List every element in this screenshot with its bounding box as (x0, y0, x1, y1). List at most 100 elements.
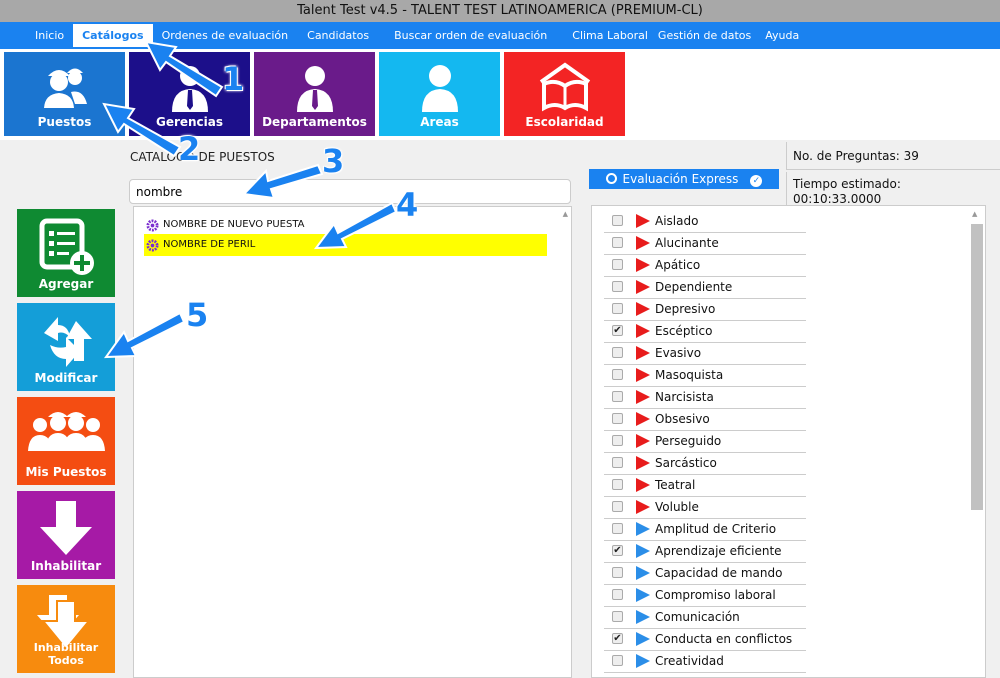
play-triangle-icon (636, 478, 650, 492)
question-checkbox[interactable] (612, 589, 623, 600)
question-label: Obsesivo (655, 412, 710, 426)
question-row[interactable]: Voluble (604, 497, 806, 519)
inhabilitar-todos-label: Inhabilitar Todos (33, 641, 99, 667)
tile-areas[interactable]: Areas (379, 52, 500, 136)
list-item-label: NOMBRE DE NUEVO PUESTA (163, 219, 305, 230)
play-triangle-icon (636, 412, 650, 426)
department-icon (296, 66, 333, 112)
evaluacion-express-button[interactable]: Evaluación Express ✓ (589, 169, 779, 189)
search-input[interactable] (130, 180, 570, 203)
question-checkbox[interactable] (612, 479, 623, 490)
question-checkbox[interactable] (612, 237, 623, 248)
question-label: Evasivo (655, 346, 702, 360)
list-item[interactable]: NOMBRE DE NUEVO PUESTA (144, 214, 547, 236)
question-label: Amplitud de Criterio (655, 522, 777, 536)
scrollbar[interactable]: ▲ (969, 208, 983, 675)
question-checkbox[interactable] (612, 413, 623, 424)
question-row[interactable]: Teatral (604, 475, 806, 497)
question-row[interactable]: Capacidad de mando (604, 563, 806, 585)
list-item[interactable]: NOMBRE DE PERIL (144, 234, 547, 256)
question-row[interactable]: Depresivo (604, 299, 806, 321)
question-row[interactable]: Dependiente (604, 277, 806, 299)
question-row[interactable]: Aislado (604, 211, 806, 233)
scroll-up-arrow[interactable]: ▲ (972, 210, 977, 218)
menu-clima-laboral[interactable]: Clima Laboral (556, 24, 657, 47)
play-triangle-icon (636, 346, 650, 360)
tile-label: Puestos (37, 115, 92, 129)
question-checkbox[interactable] (612, 501, 623, 512)
question-label: Apático (655, 258, 701, 272)
tile-puestos[interactable]: Puestos (4, 52, 125, 136)
tiempo-label: Tiempo estimado: (793, 177, 901, 191)
agregar-label: Agregar (38, 277, 94, 291)
questions-list: ▲ Aislado Alucinante Apático Dependiente Dep… (591, 205, 986, 678)
menu-catalogos[interactable]: Catálogos (73, 24, 153, 47)
tile-departamentos[interactable]: Departamentos (254, 52, 375, 136)
question-checkbox[interactable]: ✔ (612, 325, 623, 336)
annotation-4: 4 (396, 186, 419, 224)
question-checkbox[interactable] (612, 369, 623, 380)
question-checkbox[interactable] (612, 215, 623, 226)
down-arrow-icon (40, 501, 92, 555)
question-row[interactable]: Alucinante (604, 233, 806, 255)
tile-label: Escolaridad (525, 115, 604, 129)
catalog-title: CATALOGO DE PUESTOS (130, 150, 275, 164)
scroll-up-arrow[interactable]: ▲ (563, 210, 568, 218)
question-row[interactable]: ✔ Aprendizaje eficiente (604, 541, 806, 563)
question-checkbox[interactable] (612, 303, 623, 314)
question-row[interactable]: Comunicación (604, 607, 806, 629)
menu-inicio[interactable]: Inicio (26, 24, 73, 47)
play-triangle-icon (636, 390, 650, 404)
tile-label: Gerencias (155, 115, 224, 129)
play-triangle-icon (636, 522, 650, 536)
menu-bar: Inicio Catálogos Ordenes de evaluación C… (0, 22, 1000, 49)
menu-buscar-orden[interactable]: Buscar orden de evaluación (378, 24, 556, 47)
inhabilitar-button[interactable]: Inhabilitar (17, 491, 115, 579)
question-row[interactable]: ✔ Conducta en conflictos (604, 629, 806, 651)
question-label: Depresivo (655, 302, 716, 316)
modificar-button[interactable]: Modificar (17, 303, 115, 391)
question-row[interactable]: Perseguido (604, 431, 806, 453)
search-box (129, 179, 571, 204)
agregar-button[interactable]: Agregar (17, 209, 115, 297)
menu-ayuda[interactable]: Ayuda (760, 24, 808, 47)
question-checkbox[interactable]: ✔ (612, 545, 623, 556)
catalog-list: NOMBRE DE NUEVO PUESTA NOMBRE DE PERIL ▲ (133, 206, 572, 678)
question-checkbox[interactable] (612, 259, 623, 270)
question-checkbox[interactable]: ✔ (612, 633, 623, 644)
play-triangle-icon (636, 566, 650, 580)
question-row[interactable]: Narcisista (604, 387, 806, 409)
tile-escolaridad[interactable]: Escolaridad (504, 52, 625, 136)
question-checkbox[interactable] (612, 523, 623, 534)
question-row[interactable]: Apático (604, 255, 806, 277)
question-checkbox[interactable] (612, 281, 623, 292)
inhabilitar-label: Inhabilitar (30, 559, 102, 573)
play-triangle-icon (636, 654, 650, 668)
question-row[interactable]: Sarcástico (604, 453, 806, 475)
question-checkbox[interactable] (612, 457, 623, 468)
question-checkbox[interactable] (612, 391, 623, 402)
inhabilitar-todos-button[interactable]: Inhabilitar Todos (17, 585, 115, 673)
question-row[interactable]: Compromiso laboral (604, 585, 806, 607)
annotation-2: 2 (178, 130, 201, 168)
question-row[interactable]: Masoquista (604, 365, 806, 387)
question-checkbox[interactable] (612, 435, 623, 446)
question-row[interactable]: Creatividad (604, 651, 806, 673)
question-row[interactable]: ✔ Escéptico (604, 321, 806, 343)
menu-candidatos[interactable]: Candidatos (297, 24, 378, 47)
question-checkbox[interactable] (612, 611, 623, 622)
menu-gestion-datos[interactable]: Gestión de datos (657, 24, 760, 47)
question-row[interactable]: Obsesivo (604, 409, 806, 431)
menu-ordenes[interactable]: Ordenes de evaluación (153, 24, 298, 47)
question-checkbox[interactable] (612, 347, 623, 358)
tile-label: Areas (420, 115, 459, 129)
question-label: Compromiso laboral (655, 588, 776, 602)
team-icon (28, 412, 105, 451)
mis-puestos-button[interactable]: Mis Puestos (17, 397, 115, 485)
question-row[interactable]: Amplitud de Criterio (604, 519, 806, 541)
question-checkbox[interactable] (612, 655, 623, 666)
mis-puestos-label: Mis Puestos (25, 465, 107, 479)
question-checkbox[interactable] (612, 567, 623, 578)
scrollbar-thumb[interactable] (971, 224, 983, 510)
question-row[interactable]: Evasivo (604, 343, 806, 365)
